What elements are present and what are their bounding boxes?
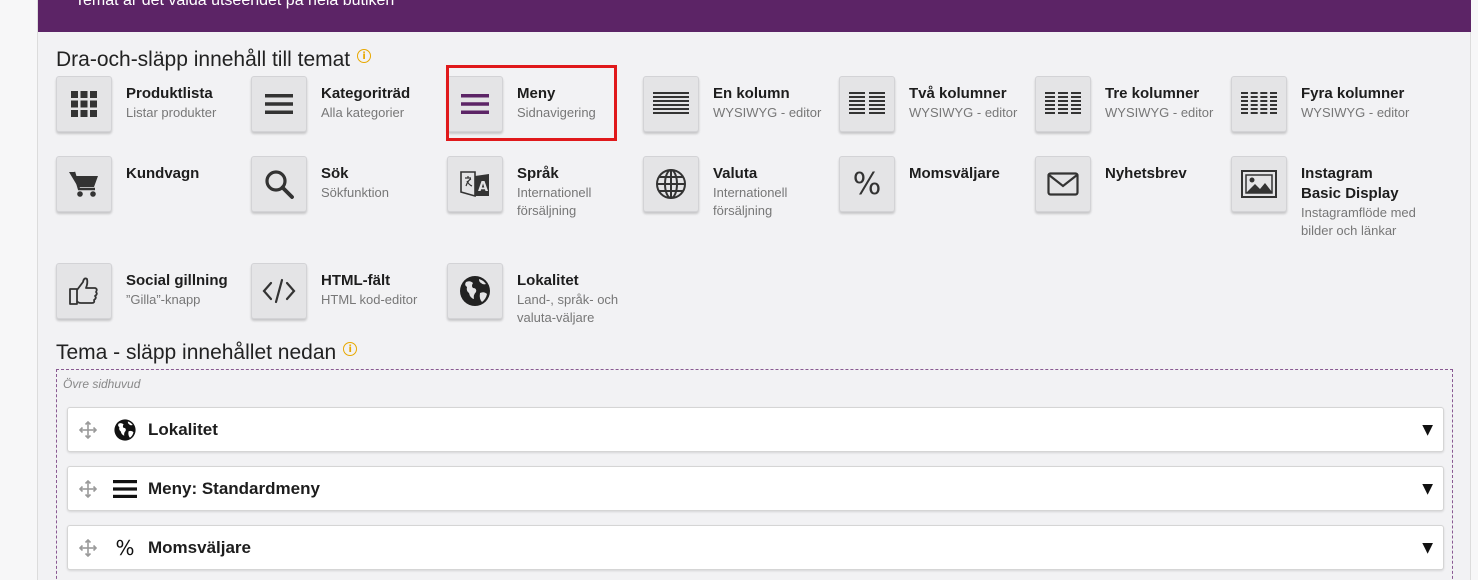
earth-icon: [110, 418, 140, 442]
right-scrollbar-gutter: [1470, 0, 1478, 580]
palette-item-kategoritrad[interactable]: Kategoriträd Alla kategorier: [251, 76, 446, 132]
palette-item-desc: WYSIWYG - editor: [909, 105, 1018, 120]
palette-item-produktlista[interactable]: Produktlista Listar produkter: [56, 76, 251, 132]
theme-title: Tema - släpp innehållet nedan: [56, 341, 337, 364]
palette-item-nyhetsbrev[interactable]: Nyhetsbrev: [1035, 156, 1230, 212]
drag-handle-icon[interactable]: [70, 538, 106, 557]
palette-item-desc: Alla kategorier: [321, 105, 405, 120]
palette-item-title: Nyhetsbrev: [1105, 165, 1187, 182]
palette-item-desc: WYSIWYG - editor: [1301, 105, 1410, 120]
palette-item-title: Momsväljare: [909, 165, 1000, 182]
palette-item-desc: Listar produkter: [126, 105, 217, 120]
two-columns-icon: [839, 76, 895, 132]
palette-item-desc: HTML kod-editor: [321, 292, 418, 307]
palette-item-social-gillning[interactable]: Social gillning ”Gilla”-knapp: [56, 263, 251, 319]
palette-item-momsvaljare[interactable]: % Momsväljare: [839, 156, 1034, 212]
palette-item-desc: ”Gilla”-knapp: [126, 292, 201, 307]
palette-item-html-falt[interactable]: HTML-fält HTML kod-editor: [251, 263, 446, 319]
globe-icon: [643, 156, 699, 212]
search-icon: [251, 156, 307, 212]
theme-row-lokalitet[interactable]: Lokalitet ▼: [67, 407, 1444, 452]
theme-row-momsvaljare[interactable]: % Momsväljare ▼: [67, 525, 1444, 570]
drag-handle-icon[interactable]: [70, 420, 106, 439]
theme-heading: Tema - släpp innehållet nedan i: [56, 341, 358, 365]
palette-item-title: Lokalitet: [517, 272, 579, 289]
palette-item-desc: Internationell försäljning: [713, 185, 788, 218]
cart-icon: [56, 156, 112, 212]
palette-title: Dra-och-släpp innehåll till temat: [56, 48, 351, 71]
left-gutter: [0, 0, 38, 580]
info-icon[interactable]: i: [343, 342, 358, 356]
expand-caret-icon[interactable]: ▼: [1422, 481, 1433, 497]
banner-text: Temat är det valda utseendet på hela but…: [75, 0, 395, 9]
palette-item-desc: WYSIWYG - editor: [1105, 105, 1214, 120]
palette-item-title: Fyra kolumner: [1301, 85, 1405, 102]
hamburger-icon: [251, 76, 307, 132]
palette-item-kundvagn[interactable]: Kundvagn: [56, 156, 251, 212]
palette-item-title: Tre kolumner: [1105, 85, 1200, 102]
palette-item-sprak[interactable]: A Språk Internationell försäljning: [447, 156, 642, 220]
palette-item-tva-kolumner[interactable]: Två kolumner WYSIWYG - editor: [839, 76, 1034, 132]
info-icon[interactable]: i: [357, 49, 372, 63]
palette-item-title: Valuta: [713, 165, 758, 182]
earth-icon: [447, 263, 503, 319]
palette-item-desc: Instagramflöde med bilder och länkar: [1301, 205, 1416, 238]
three-columns-icon: [1035, 76, 1091, 132]
palette-item-tre-kolumner[interactable]: Tre kolumner WYSIWYG - editor: [1035, 76, 1230, 132]
percent-icon: %: [839, 156, 895, 212]
drag-handle-icon[interactable]: [70, 479, 106, 498]
palette-item-desc: Sökfunktion: [321, 185, 389, 200]
palette-item-lokalitet[interactable]: Lokalitet Land-, språk- och valuta-välja…: [447, 263, 642, 327]
palette-item-desc: Internationell försäljning: [517, 185, 592, 218]
expand-caret-icon[interactable]: ▼: [1422, 422, 1433, 438]
palette-item-fyra-kolumner[interactable]: Fyra kolumner WYSIWYG - editor: [1231, 76, 1426, 132]
grid-icon: [56, 76, 112, 132]
dropzone-label: Övre sidhuvud: [63, 377, 141, 391]
theme-row-title: Momsväljare: [148, 537, 251, 557]
palette-item-title: Kategoriträd: [321, 85, 411, 102]
palette-item-title: Två kolumner: [909, 85, 1007, 102]
translate-icon: A: [447, 156, 503, 212]
palette-item-desc: WYSIWYG - editor: [713, 105, 822, 120]
palette-item-instagram[interactable]: Instagram Basic Display Instagramflöde m…: [1231, 156, 1416, 240]
palette-item-title: HTML-fält: [321, 272, 391, 289]
one-column-icon: [643, 76, 699, 132]
thumbs-up-icon: [56, 263, 112, 319]
theme-row-title: Meny: Standardmeny: [148, 478, 320, 498]
palette-item-title: Språk: [517, 165, 559, 182]
hamburger-icon: [110, 479, 140, 499]
image-icon: [1231, 156, 1287, 212]
palette-item-desc: Land-, språk- och valuta-väljare: [517, 292, 619, 325]
palette-item-sok[interactable]: Sök Sökfunktion: [251, 156, 446, 212]
percent-icon: %: [115, 535, 135, 560]
theme-dropzone[interactable]: Övre sidhuvud Lokalitet ▼ Meny: Standard…: [56, 369, 1453, 580]
palette-item-title: Kundvagn: [126, 165, 200, 182]
envelope-icon: [1035, 156, 1091, 212]
four-columns-icon: [1231, 76, 1287, 132]
palette-heading: Dra-och-släpp innehåll till temat i: [56, 48, 372, 72]
palette-item-title: En kolumn: [713, 85, 790, 102]
theme-info-banner: Temat är det valda utseendet på hela but…: [38, 0, 1471, 32]
code-icon: [251, 263, 307, 319]
theme-row-title: Lokalitet: [148, 419, 218, 439]
theme-row-meny[interactable]: Meny: Standardmeny ▼: [67, 466, 1444, 511]
svg-text:A: A: [478, 180, 488, 195]
palette-item-title: Social gillning: [126, 272, 228, 289]
palette-item-valuta[interactable]: Valuta Internationell försäljning: [643, 156, 838, 220]
selection-highlight: [446, 65, 617, 141]
palette-item-title: Produktlista: [126, 85, 213, 102]
palette-item-en-kolumn[interactable]: En kolumn WYSIWYG - editor: [643, 76, 838, 132]
palette-item-title: Instagram Basic Display: [1301, 165, 1399, 202]
expand-caret-icon[interactable]: ▼: [1422, 540, 1433, 556]
palette-item-title: Sök: [321, 165, 349, 182]
